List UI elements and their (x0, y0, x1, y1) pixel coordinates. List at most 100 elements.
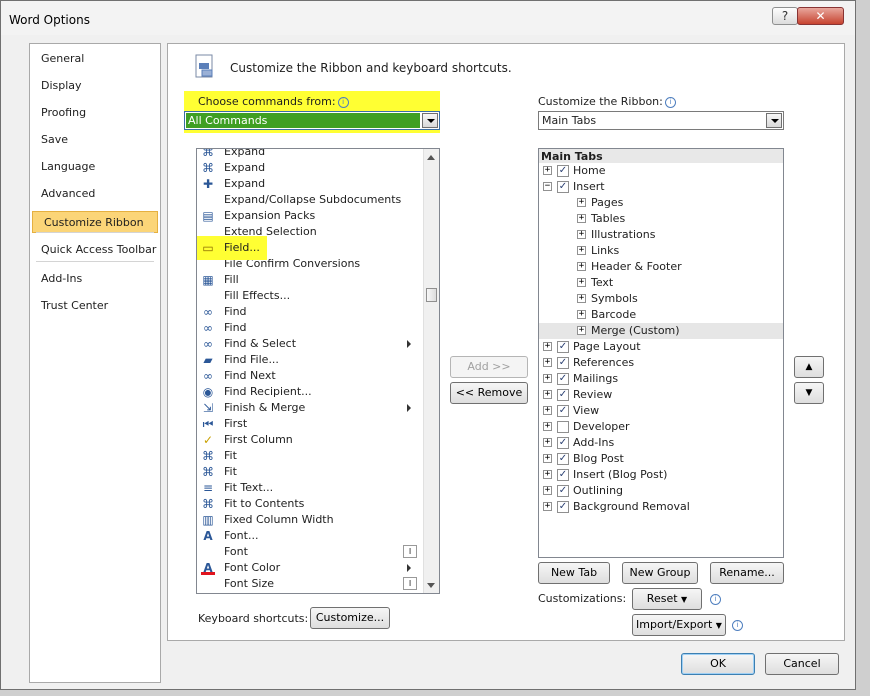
nav-item-customize-ribbon[interactable]: Customize Ribbon (32, 211, 158, 233)
customize-shortcuts-button[interactable]: Customize... (310, 607, 390, 629)
expand-icon[interactable]: + (543, 390, 552, 399)
expand-icon[interactable]: + (577, 262, 586, 271)
tab-checkbox[interactable]: ✓ (557, 165, 569, 177)
expand-icon[interactable]: + (543, 406, 552, 415)
ok-button[interactable]: OK (681, 653, 755, 675)
tab-checkbox[interactable]: ✓ (557, 453, 569, 465)
tab-checkbox[interactable]: ✓ (557, 341, 569, 353)
tree-item[interactable]: + ✓ Insert (Blog Post) (539, 467, 783, 483)
nav-item-advanced[interactable]: Advanced (30, 183, 158, 205)
tree-item[interactable]: + Text (539, 275, 783, 291)
tab-checkbox[interactable]: ✓ (557, 469, 569, 481)
tree-item[interactable]: + Tables (539, 211, 783, 227)
tree-item[interactable]: + ✓ Page Layout (539, 339, 783, 355)
tab-checkbox[interactable]: ✓ (557, 357, 569, 369)
tree-item[interactable]: + Pages (539, 195, 783, 211)
move-down-button[interactable]: ▼ (794, 382, 824, 404)
expand-icon[interactable]: + (543, 470, 552, 479)
nav-item-add-ins[interactable]: Add-Ins (30, 268, 158, 290)
command-item[interactable]: ≡ Fit Text... (197, 480, 423, 496)
commands-list[interactable]: Font Size I A Font Color Font I A Font... ▥ Fixed… (196, 148, 440, 594)
expand-icon[interactable]: + (577, 214, 586, 223)
nav-item-proofing[interactable]: Proofing (30, 102, 158, 124)
command-item[interactable]: ⏮ First (197, 416, 423, 432)
command-item[interactable]: ◉ Find Recipient... (197, 384, 423, 400)
tree-item[interactable]: + ✓ View (539, 403, 783, 419)
command-item[interactable]: ⌘ Fit to Contents (197, 496, 423, 512)
command-item[interactable]: ∞ Find (197, 320, 423, 336)
tree-item[interactable]: + Illustrations (539, 227, 783, 243)
command-item[interactable]: Extend Selection (197, 224, 423, 240)
command-item[interactable]: A Font... (197, 528, 423, 544)
scroll-up-icon[interactable] (427, 155, 435, 160)
command-item[interactable]: ∞ Find & Select (197, 336, 423, 352)
expand-icon[interactable]: + (543, 166, 552, 175)
new-group-button[interactable]: New Group (622, 562, 698, 584)
expand-icon[interactable]: + (577, 278, 586, 287)
tree-item[interactable]: + ✓ Mailings (539, 371, 783, 387)
tree-item[interactable]: + ✓ Background Removal (539, 499, 783, 515)
collapse-icon[interactable]: − (543, 182, 552, 191)
expand-icon[interactable]: + (543, 358, 552, 367)
command-item[interactable]: ⇲ Finish & Merge (197, 400, 423, 416)
tree-item[interactable]: − ✓ Insert (539, 179, 783, 195)
tab-checkbox[interactable]: ✓ (557, 405, 569, 417)
reset-button[interactable]: Reset ▼ (632, 588, 702, 610)
new-tab-button[interactable]: New Tab (538, 562, 610, 584)
remove-button[interactable]: << Remove (450, 382, 528, 404)
chevron-down-icon[interactable] (422, 113, 438, 128)
expand-icon[interactable]: + (543, 374, 552, 383)
command-item[interactable]: ▰ Find File... (197, 352, 423, 368)
nav-item-general[interactable]: General (30, 48, 158, 70)
ribbon-tree[interactable]: Main Tabs + ✓ Home − ✓ Insert + Pages + Tables + Il… (538, 148, 784, 558)
expand-icon[interactable]: + (543, 454, 552, 463)
scroll-thumb[interactable] (426, 288, 437, 302)
tab-checkbox[interactable]: ✓ (557, 373, 569, 385)
expand-icon[interactable]: + (577, 230, 586, 239)
commands-scrollbar[interactable] (423, 149, 439, 593)
command-item[interactable]: ⌘ Expand (197, 160, 423, 176)
command-item[interactable]: Font Size I (197, 576, 423, 592)
expand-icon[interactable]: + (577, 310, 586, 319)
command-item[interactable]: Expand/Collapse Subdocuments (197, 192, 423, 208)
command-item[interactable]: ▤ Expansion Packs (197, 208, 423, 224)
tree-item[interactable]: + ✓ Review (539, 387, 783, 403)
tree-item[interactable]: + ✓ Add-Ins (539, 435, 783, 451)
tab-checkbox[interactable]: ✓ (557, 485, 569, 497)
command-item[interactable]: Fill Effects... (197, 288, 423, 304)
tab-checkbox[interactable]: ✓ (557, 181, 569, 193)
tree-item[interactable]: + ✓ References (539, 355, 783, 371)
tab-checkbox[interactable]: ✓ (557, 437, 569, 449)
choose-commands-select[interactable]: All Commands (184, 111, 440, 130)
command-item[interactable]: Font I (197, 544, 423, 560)
nav-item-language[interactable]: Language (30, 156, 158, 178)
nav-item-display[interactable]: Display (30, 75, 158, 97)
tree-item[interactable]: + Barcode (539, 307, 783, 323)
tree-item[interactable]: + Developer (539, 419, 783, 435)
command-item[interactable]: ✚ Expand (197, 176, 423, 192)
expand-icon[interactable]: + (543, 342, 552, 351)
command-item[interactable]: ▥ Fixed Column Width (197, 512, 423, 528)
command-item[interactable]: ⌘ Expand (197, 149, 423, 160)
command-item[interactable]: ∞ Find Next (197, 368, 423, 384)
command-item[interactable]: ▭ Field... (197, 236, 423, 260)
cancel-button[interactable]: Cancel (765, 653, 839, 675)
move-up-button[interactable]: ▲ (794, 356, 824, 378)
expand-icon[interactable]: + (577, 326, 586, 335)
customize-ribbon-select[interactable]: Main Tabs (538, 111, 784, 130)
tree-item[interactable]: + Header & Footer (539, 259, 783, 275)
expand-icon[interactable]: + (543, 422, 552, 431)
import-export-button[interactable]: Import/Export ▼ (632, 614, 726, 636)
command-item[interactable]: ∞ Find (197, 304, 423, 320)
nav-item-save[interactable]: Save (30, 129, 158, 151)
tree-item[interactable]: + ✓ Outlining (539, 483, 783, 499)
rename-button[interactable]: Rename... (710, 562, 784, 584)
scroll-down-icon[interactable] (427, 583, 435, 588)
expand-icon[interactable]: + (577, 294, 586, 303)
command-item[interactable]: ✓ First Column (197, 432, 423, 448)
chevron-down-icon[interactable] (766, 113, 782, 128)
nav-item-trust-center[interactable]: Trust Center (30, 295, 158, 317)
help-button[interactable]: ? (772, 7, 798, 25)
expand-icon[interactable]: + (543, 486, 552, 495)
tree-item[interactable]: + ✓ Blog Post (539, 451, 783, 467)
